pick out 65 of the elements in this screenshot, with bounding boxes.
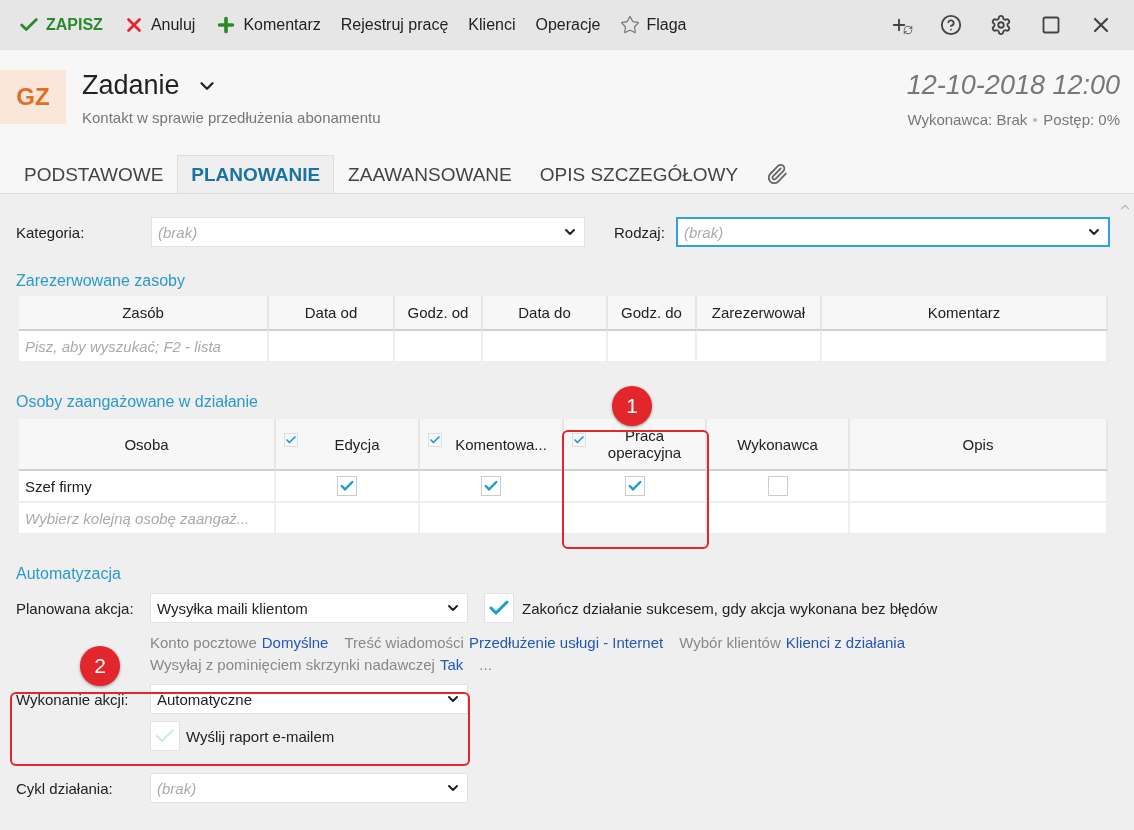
checkbox[interactable]: [484, 593, 514, 623]
column-checkbox[interactable]: [572, 433, 586, 447]
field-label: Planowana akcja:: [16, 599, 135, 617]
task-meta: Wykonawca: Brak: [907, 111, 1028, 128]
tab[interactable]: OPIS SZCZEGÓŁOWY: [525, 155, 753, 193]
checkbox[interactable]: [481, 476, 501, 496]
task-title: Zadanie: [82, 70, 180, 101]
toolbar-button[interactable]: Flaga: [612, 11, 695, 39]
toolbar-button[interactable]: Anuluj: [114, 10, 204, 40]
type-badge: GZ: [0, 70, 66, 124]
star-icon: [620, 15, 641, 35]
column-header: Godz. do: [608, 296, 697, 331]
checkbox[interactable]: [337, 476, 357, 496]
column-header: Komentowa...: [454, 435, 547, 453]
field-label: Rodzaj:: [614, 223, 666, 241]
column-checkbox[interactable]: [284, 433, 298, 447]
checkbox[interactable]: [767, 476, 788, 496]
table-cell: Szef firmy: [19, 471, 276, 503]
tab[interactable]: PODSTAWOWE: [10, 155, 178, 193]
column-header: Data do: [483, 296, 608, 331]
step-badge: 1: [612, 386, 652, 426]
field-label: Wykonanie akcji:: [16, 690, 130, 708]
task-datetime: 12-10-2018 12:00: [906, 70, 1120, 101]
column-header: Zasób: [19, 296, 269, 331]
setting-label: Treść wiadomości: [344, 633, 464, 651]
field-label: Kategoria:: [16, 223, 86, 241]
column-header: Komentarz: [822, 296, 1108, 331]
setting-link[interactable]: Domyślne: [261, 633, 329, 651]
setting-link[interactable]: Tak: [439, 655, 464, 673]
checkbox[interactable]: [624, 476, 645, 496]
select-field[interactable]: Wysyłka maili klientom: [150, 593, 468, 623]
toolbar-button[interactable]: Komentarz: [207, 10, 329, 40]
setting-label: ...: [479, 655, 492, 673]
setting-link[interactable]: Klienci z działania: [785, 633, 905, 651]
column-header: Opis: [962, 435, 994, 453]
column-header: Edycja: [333, 435, 380, 453]
separator-dot: [1033, 117, 1038, 122]
field-label: Cykl działania:: [16, 779, 114, 797]
column-header: Wykonawca: [737, 435, 818, 453]
paperclip-icon[interactable]: [766, 163, 789, 185]
setting-label: Konto pocztowe: [150, 633, 257, 651]
setting-link[interactable]: Przedłużenie usługi - Internet: [468, 633, 664, 651]
toolbar-button[interactable]: Klienci: [460, 12, 524, 38]
column-header: Osoba: [124, 435, 169, 453]
column-header: Godz. od: [395, 296, 483, 331]
toolbar-button[interactable]: Operacje: [527, 12, 609, 38]
section-title: Zarezerwowane zasoby: [16, 272, 185, 290]
checkbox[interactable]: [150, 721, 180, 751]
section-title: Automatyzacja: [16, 565, 121, 583]
toolbar-button[interactable]: ZAPISZ: [10, 10, 111, 40]
column-header: Zarezerwował: [697, 296, 822, 331]
step-badge: 2: [80, 646, 120, 686]
checkbox-label: Zakończ działanie sukcesem, gdy akcja wykonana bez błędów: [522, 599, 938, 617]
task-meta: Postęp: 0%: [1043, 111, 1120, 128]
tab[interactable]: ZAAWANSOWANE: [334, 155, 526, 193]
section-title: Osoby zaangażowane w działanie: [16, 393, 258, 411]
checkbox-label: Wyślij raport e-mailem: [186, 727, 335, 745]
toolbar-button[interactable]: Rejestruj pracę: [332, 12, 457, 38]
task-subtitle: Kontakt w sprawie przedłużenia abonamentu: [82, 109, 382, 126]
select-field[interactable]: Automatyczne: [150, 684, 468, 714]
setting-label: Wybór klientów: [679, 633, 781, 651]
setting-label: Wysyłaj z pominięciem skrzynki nadawczej: [150, 655, 435, 673]
tab[interactable]: PLANOWANIE: [177, 155, 335, 193]
column-checkbox[interactable]: [428, 433, 442, 447]
column-header: Data od: [269, 296, 395, 331]
